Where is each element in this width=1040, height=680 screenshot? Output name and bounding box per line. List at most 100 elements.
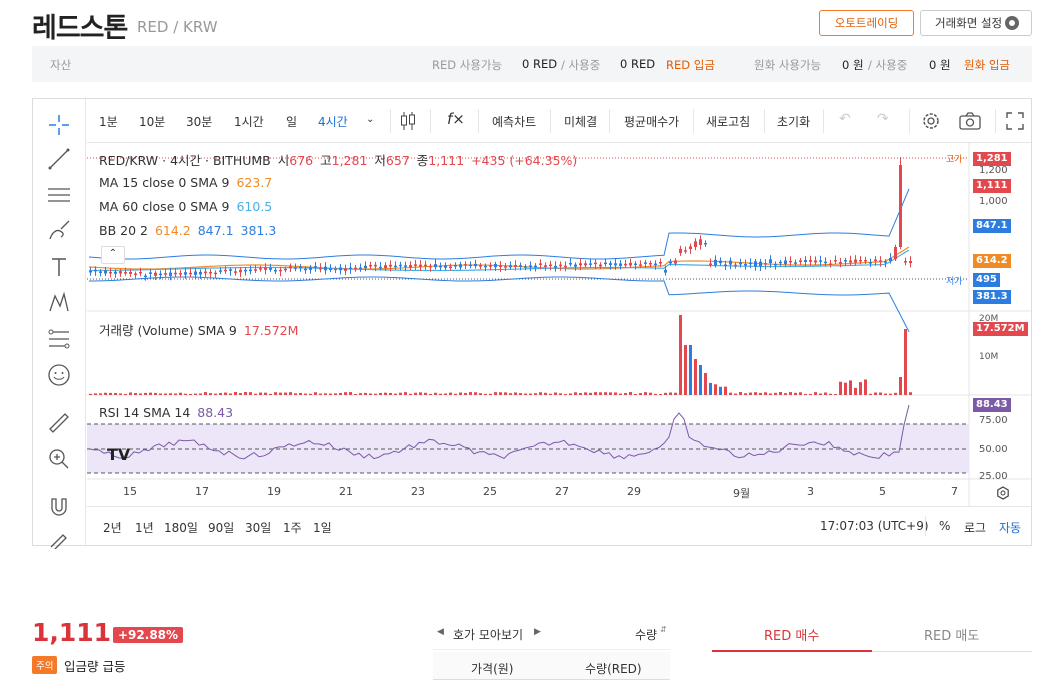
horizontal-lines-icon[interactable]: [45, 181, 73, 209]
chevron-down-icon[interactable]: ⌄: [366, 114, 374, 125]
collapse-legend-icon[interactable]: ⌃: [101, 246, 125, 264]
volume-bar: [94, 393, 97, 395]
ruler-icon[interactable]: [45, 409, 73, 437]
range-1d[interactable]: 1일: [313, 519, 332, 536]
qty-sort-label[interactable]: 수량: [635, 626, 657, 643]
fullscreen-icon[interactable]: [1005, 111, 1025, 134]
volume-bar: [689, 345, 692, 395]
text-tool-icon[interactable]: [45, 253, 73, 281]
pattern-icon[interactable]: [45, 289, 73, 317]
range-180d[interactable]: 180일: [164, 519, 198, 536]
crosshair-icon[interactable]: [45, 111, 73, 139]
volume-bar: [264, 392, 267, 395]
zoom-in-icon[interactable]: [45, 445, 73, 473]
volume-bar: [849, 380, 852, 395]
trend-line-icon[interactable]: [45, 145, 73, 173]
candle: [339, 267, 342, 271]
refresh-button[interactable]: 새로고침: [706, 113, 750, 130]
candle: [229, 269, 232, 271]
candle: [709, 263, 712, 265]
screen-settings-button[interactable]: 거래화면 설정: [920, 10, 1032, 36]
range-2y[interactable]: 2년: [103, 519, 122, 536]
legend-bb-label: BB 20 2: [99, 223, 148, 238]
reset-button[interactable]: 초기화: [777, 113, 810, 130]
prediction-chart-button[interactable]: 예측차트: [492, 113, 536, 130]
legend-pair: RED/KRW · 4시간 · BITHUMB: [99, 153, 271, 168]
brush-icon[interactable]: [45, 217, 73, 245]
indicator-fx-icon[interactable]: f×: [447, 110, 465, 128]
sort-icon[interactable]: ⇵: [660, 625, 667, 634]
trading-pair: RED / KRW: [137, 18, 218, 36]
candle: [204, 271, 207, 274]
log-scale-toggle[interactable]: 로그: [964, 519, 986, 536]
badge-close: 1,111: [973, 179, 1011, 193]
percent-scale-toggle[interactable]: %: [939, 519, 950, 533]
chart-settings-gear-icon[interactable]: [921, 111, 941, 134]
volume-bar: [509, 393, 512, 395]
magnet-icon[interactable]: [45, 493, 73, 521]
axis-settings-icon[interactable]: [996, 486, 1010, 503]
price-tick-1200: 1,200: [979, 165, 1008, 176]
asset-label: 자산: [50, 58, 72, 72]
candle: [279, 269, 282, 272]
candle-type-icon[interactable]: [399, 110, 417, 135]
volume-bar: [224, 392, 227, 395]
volume-bar: [624, 392, 627, 395]
auto-scale-toggle[interactable]: 자동: [999, 519, 1021, 536]
candle: [659, 262, 662, 264]
camera-icon[interactable]: [959, 111, 981, 134]
volume-bar: [164, 393, 167, 395]
volume-bar: [214, 393, 217, 395]
time-label: 15: [123, 485, 137, 498]
badge-bb-mid: 614.2: [973, 254, 1011, 268]
caret-left-icon[interactable]: ◀: [437, 627, 444, 637]
candle: [224, 269, 227, 272]
interval-4h[interactable]: 4시간: [318, 113, 348, 130]
candle: [404, 265, 407, 267]
candle: [719, 260, 722, 264]
legend-close-label: 종: [416, 153, 429, 168]
undo-icon[interactable]: ↶: [839, 111, 851, 127]
krw-deposit-link[interactable]: 원화 입금: [964, 57, 1010, 73]
tab-sell[interactable]: RED 매도: [924, 625, 979, 644]
volume-bar: [89, 393, 92, 395]
candle: [689, 246, 692, 249]
interval-day[interactable]: 일: [286, 113, 297, 130]
volume-bar: [129, 392, 132, 395]
krw-in-use-value: 0 원: [929, 58, 951, 72]
red-deposit-link[interactable]: RED 입금: [666, 57, 715, 73]
volume-bar: [324, 393, 327, 395]
range-30d[interactable]: 30일: [245, 519, 271, 536]
redo-icon[interactable]: ↷: [877, 111, 889, 127]
fib-icon[interactable]: [45, 325, 73, 353]
candle: [484, 265, 487, 268]
volume-bar: [119, 393, 122, 395]
pencil-icon[interactable]: [45, 525, 73, 553]
avg-buy-price-button[interactable]: 평균매수가: [624, 113, 679, 130]
range-90d[interactable]: 90일: [208, 519, 234, 536]
range-1y[interactable]: 1년: [135, 519, 154, 536]
interval-10m[interactable]: 10분: [139, 113, 165, 130]
volume-bar: [274, 392, 277, 395]
volume-bar: [204, 392, 207, 395]
auto-trading-button[interactable]: 오토트레이딩: [819, 10, 914, 36]
candle: [749, 262, 752, 265]
orderbook-view-label[interactable]: 호가 모아보기: [453, 626, 523, 643]
interval-30m[interactable]: 30분: [186, 113, 212, 130]
legend-volume-value: 17.572M: [243, 323, 299, 338]
interval-1m[interactable]: 1분: [99, 113, 118, 130]
unfilled-orders-button[interactable]: 미체결: [564, 113, 597, 130]
volume-bar: [894, 392, 897, 395]
candle: [529, 265, 532, 268]
range-1w[interactable]: 1주: [283, 519, 302, 536]
caret-right-icon[interactable]: ▶: [534, 627, 541, 637]
volume-bar: [839, 381, 842, 395]
volume-bar: [459, 392, 462, 395]
candle: [639, 264, 642, 266]
candle: [724, 264, 727, 267]
emoji-icon[interactable]: [45, 361, 73, 389]
volume-bar: [269, 393, 272, 395]
tab-buy[interactable]: RED 매수: [764, 625, 819, 644]
candle: [744, 263, 747, 266]
interval-1h[interactable]: 1시간: [234, 113, 264, 130]
